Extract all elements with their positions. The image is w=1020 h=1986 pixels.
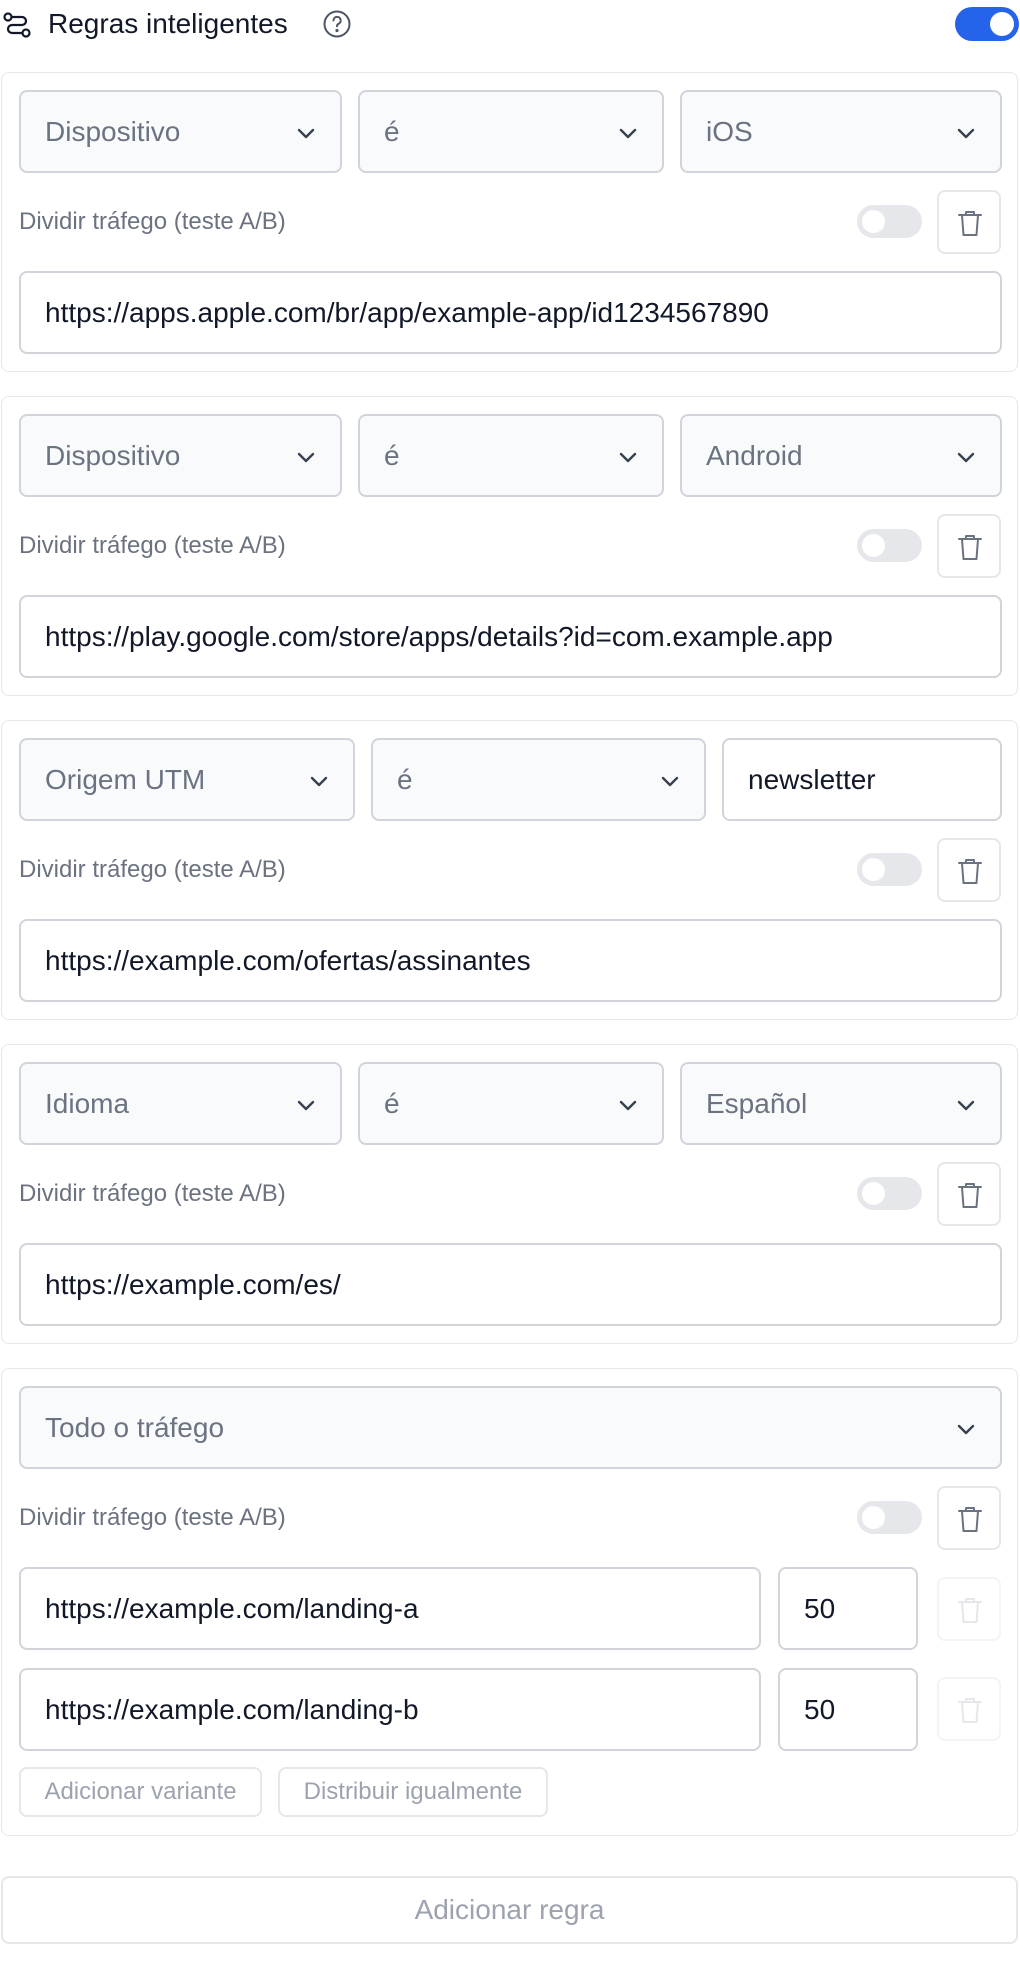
delete-rule-button[interactable] — [937, 1486, 1001, 1550]
distribute-equally-button[interactable]: Distribuir igualmente — [278, 1767, 548, 1817]
trash-icon — [958, 1183, 982, 1208]
question-circle-icon[interactable] — [322, 9, 352, 39]
rule-field-select[interactable]: Origem UTM — [19, 738, 355, 821]
rule-value-select[interactable]: Android — [680, 414, 1002, 497]
rule-field-select[interactable]: Todo o tráfego — [19, 1386, 1002, 1469]
add-variant-button[interactable]: Adicionar variante — [19, 1767, 262, 1817]
trash-icon — [958, 1507, 982, 1532]
chevron-down-icon — [957, 452, 975, 463]
chevron-down-icon — [957, 128, 975, 139]
split-traffic-toggle[interactable] — [857, 853, 922, 886]
rule-card: Dispositivo é iOS Dividir tráfego (teste… — [1, 72, 1018, 372]
delete-rule-button[interactable] — [937, 838, 1001, 902]
rule-card-all-traffic: Todo o tráfego Dividir tráfego (teste A/… — [1, 1368, 1018, 1836]
rule-operator-select[interactable]: é — [358, 414, 664, 497]
rule-card: Origem UTM é newsletter Dividir tráfego … — [1, 720, 1018, 1020]
chevron-down-icon — [619, 128, 637, 139]
chevron-down-icon — [297, 128, 315, 139]
split-traffic-toggle[interactable] — [857, 1177, 922, 1210]
chevron-down-icon — [957, 1424, 975, 1435]
chevron-down-icon — [619, 452, 637, 463]
add-rule-button[interactable]: Adicionar regra — [1, 1876, 1018, 1944]
trash-icon — [958, 535, 982, 560]
chevron-down-icon — [957, 1100, 975, 1111]
smart-rules-header: Regras inteligentes — [0, 0, 1020, 50]
destination-url-input[interactable]: https://play.google.com/store/apps/detai… — [19, 595, 1002, 678]
smart-rules-toggle[interactable] — [955, 7, 1019, 41]
rule-operator-select[interactable]: é — [371, 738, 706, 821]
delete-rule-button[interactable] — [937, 190, 1001, 254]
trash-icon — [958, 859, 982, 884]
split-traffic-toggle[interactable] — [857, 1501, 922, 1534]
split-traffic-label: Dividir tráfego (teste A/B) — [19, 1504, 286, 1531]
split-traffic-label: Dividir tráfego (teste A/B) — [19, 1180, 286, 1207]
chevron-down-icon — [297, 1100, 315, 1111]
variant-url-input[interactable]: https://example.com/landing-b — [19, 1668, 761, 1751]
rule-card: Idioma é Español Dividir tráfego (teste … — [1, 1044, 1018, 1344]
split-traffic-label: Dividir tráfego (teste A/B) — [19, 856, 286, 883]
rule-operator-select[interactable]: é — [358, 90, 664, 173]
destination-url-input[interactable]: https://example.com/es/ — [19, 1243, 1002, 1326]
variant-url-input[interactable]: https://example.com/landing-a — [19, 1567, 761, 1650]
destination-url-input[interactable]: https://example.com/ofertas/assinantes — [19, 919, 1002, 1002]
rule-value-select[interactable]: Español — [680, 1062, 1002, 1145]
split-traffic-label: Dividir tráfego (teste A/B) — [19, 532, 286, 559]
rule-field-select[interactable]: Dispositivo — [19, 90, 342, 173]
variant-weight-input[interactable]: 50 — [778, 1668, 918, 1751]
delete-variant-button[interactable] — [937, 1677, 1001, 1741]
chevron-down-icon — [310, 776, 328, 787]
split-traffic-toggle[interactable] — [857, 529, 922, 562]
branch-rules-icon — [3, 12, 31, 38]
trash-icon — [958, 1598, 982, 1623]
rule-card: Dispositivo é Android Dividir tráfego (t… — [1, 396, 1018, 696]
split-traffic-label: Dividir tráfego (teste A/B) — [19, 208, 286, 235]
chevron-down-icon — [661, 776, 679, 787]
rule-operator-select[interactable]: é — [358, 1062, 664, 1145]
rule-value-select[interactable]: iOS — [680, 90, 1002, 173]
section-title: Regras inteligentes — [48, 8, 288, 39]
rule-field-select[interactable]: Dispositivo — [19, 414, 342, 497]
trash-icon — [958, 211, 982, 236]
rule-field-select[interactable]: Idioma — [19, 1062, 342, 1145]
delete-rule-button[interactable] — [937, 514, 1001, 578]
chevron-down-icon — [619, 1100, 637, 1111]
rule-value-input[interactable]: newsletter — [722, 738, 1002, 821]
split-traffic-toggle[interactable] — [857, 205, 922, 238]
destination-url-input[interactable]: https://apps.apple.com/br/app/example-ap… — [19, 271, 1002, 354]
delete-variant-button[interactable] — [937, 1577, 1001, 1641]
trash-icon — [958, 1698, 982, 1723]
chevron-down-icon — [297, 452, 315, 463]
variant-weight-input[interactable]: 50 — [778, 1567, 918, 1650]
delete-rule-button[interactable] — [937, 1162, 1001, 1226]
